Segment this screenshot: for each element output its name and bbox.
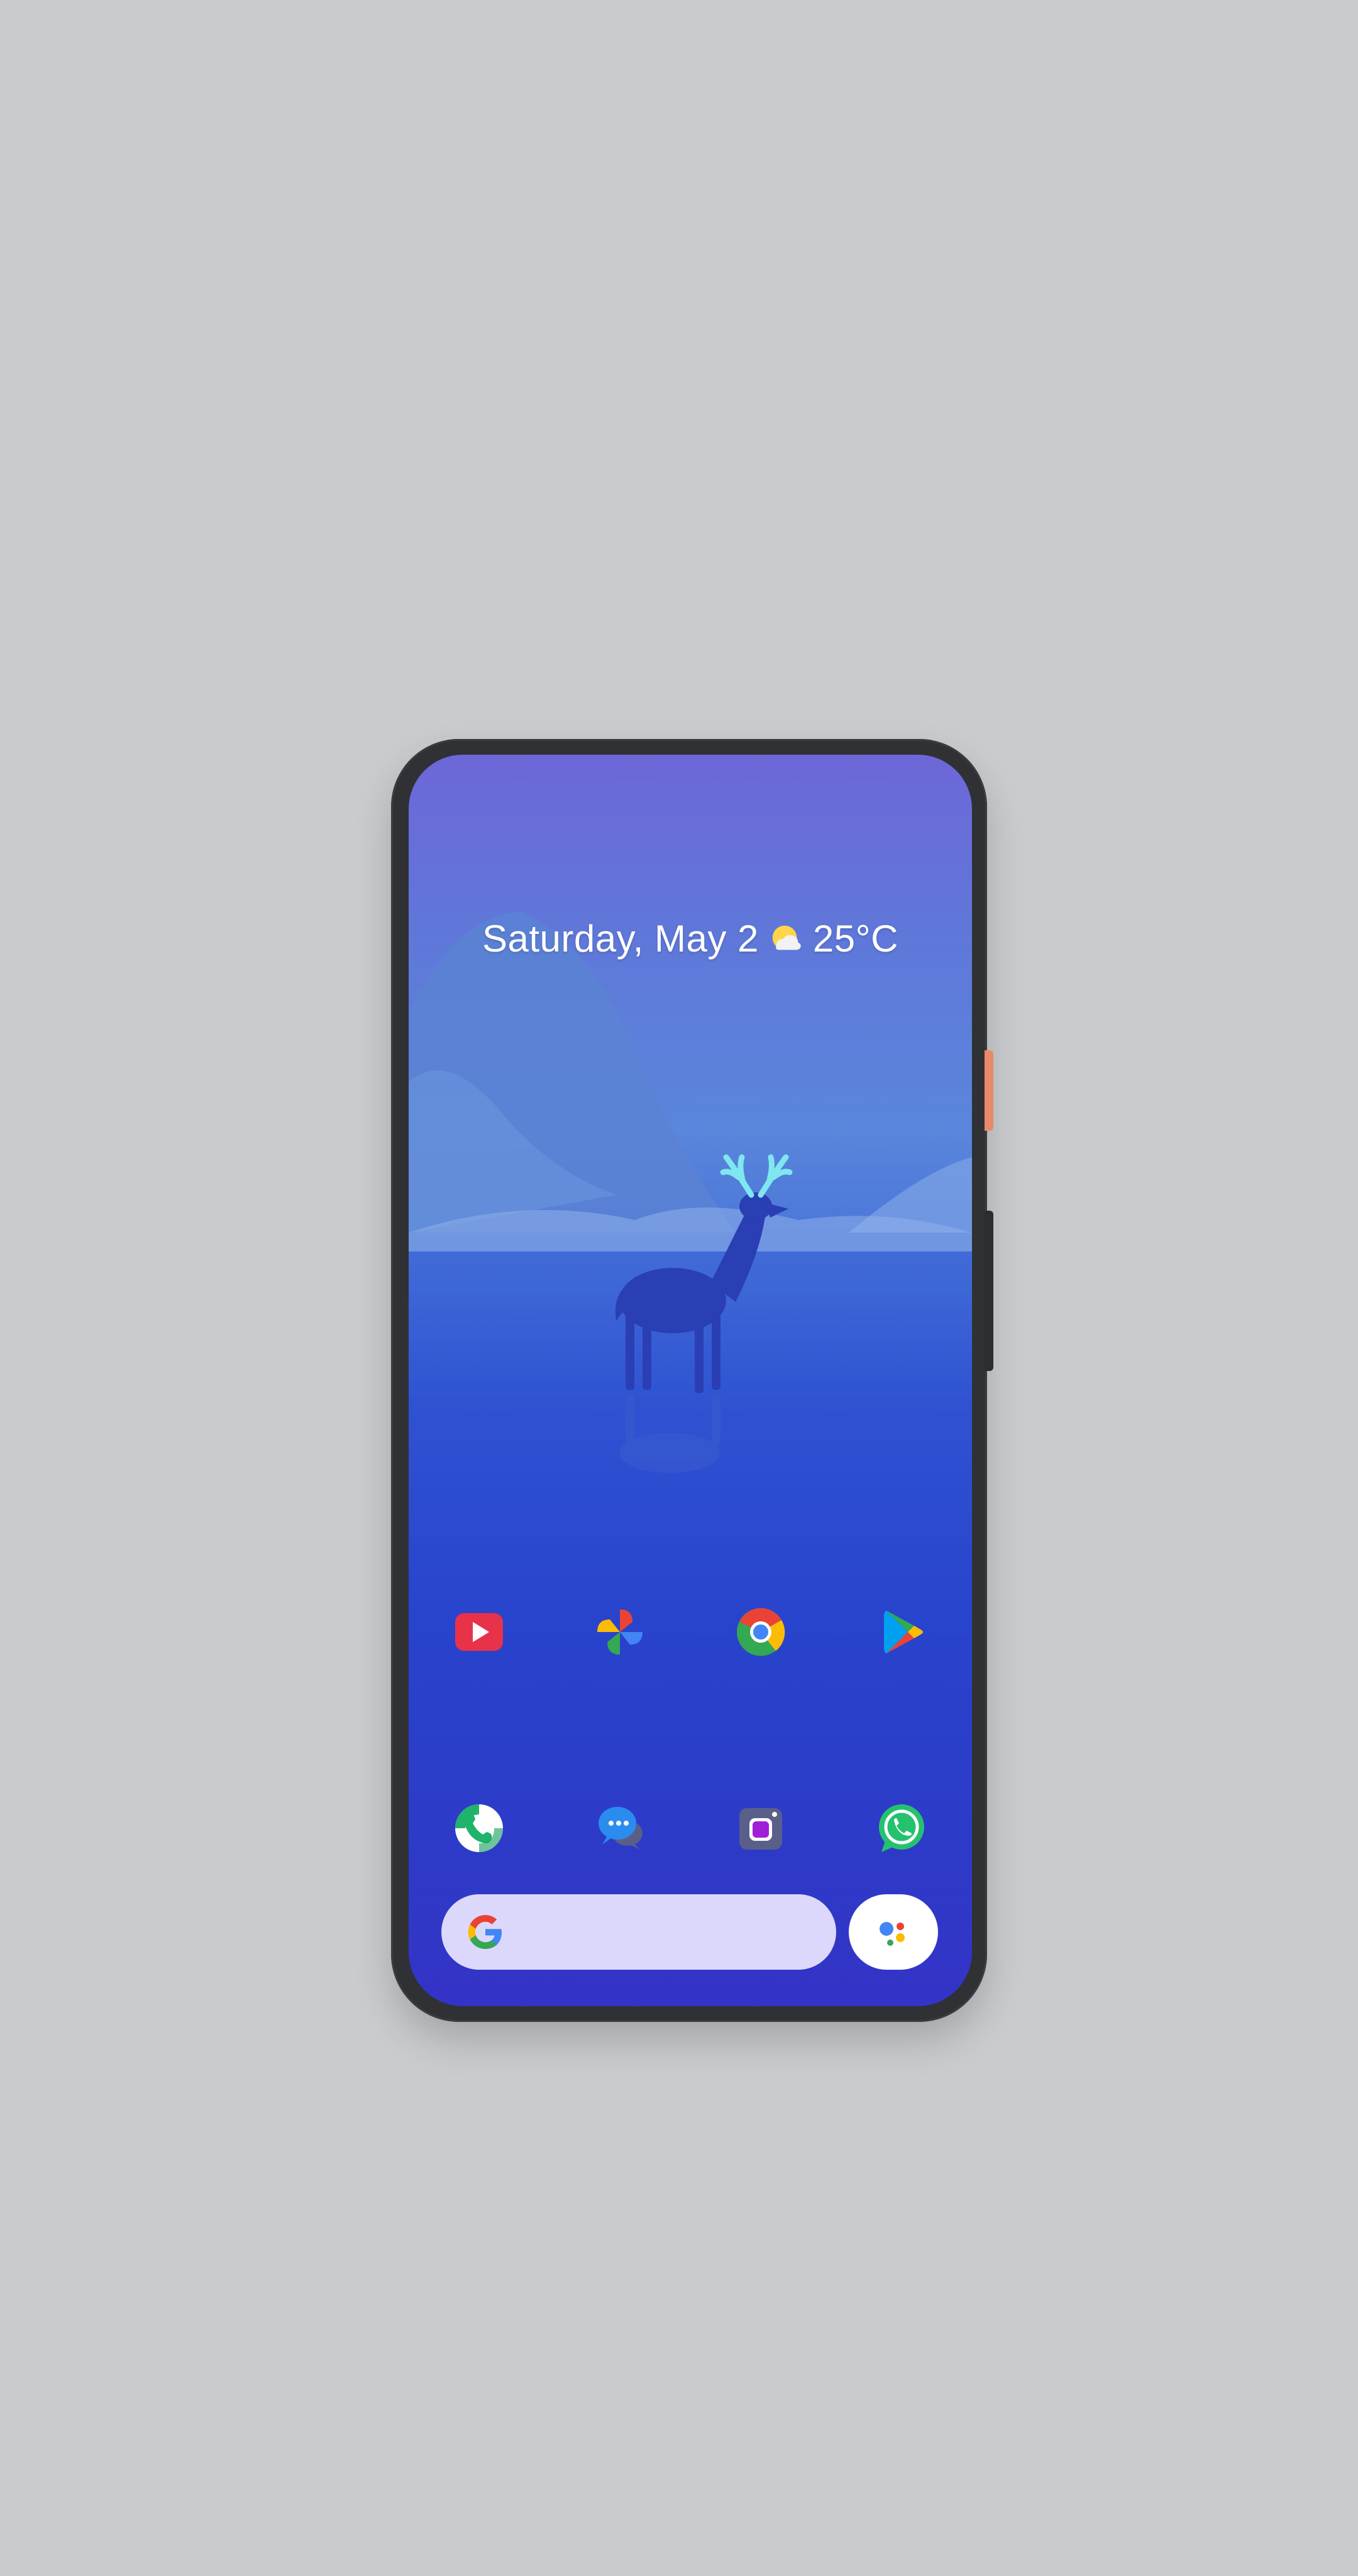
power-button bbox=[985, 1050, 993, 1131]
play-store-icon bbox=[884, 1611, 923, 1653]
assistant-button[interactable] bbox=[849, 1894, 938, 1970]
messages-app[interactable] bbox=[549, 1787, 690, 1869]
camera-icon bbox=[739, 1808, 782, 1850]
youtube-app[interactable] bbox=[409, 1591, 549, 1673]
play-store-app[interactable] bbox=[831, 1591, 972, 1673]
chrome-app[interactable] bbox=[690, 1591, 831, 1673]
at-a-glance[interactable]: Saturday, May 2 25°C bbox=[409, 917, 972, 960]
camera-app[interactable] bbox=[690, 1787, 831, 1869]
volume-button bbox=[985, 1211, 993, 1371]
home-screen: Saturday, May 2 25°C bbox=[409, 755, 972, 2006]
whatsapp-icon bbox=[879, 1804, 924, 1852]
temperature-label[interactable]: 25°C bbox=[813, 917, 898, 960]
pinwheel-icon bbox=[597, 1609, 643, 1655]
whatsapp-app[interactable] bbox=[831, 1787, 972, 1869]
assistant-icon bbox=[880, 1922, 905, 1946]
date-label[interactable]: Saturday, May 2 bbox=[482, 917, 759, 960]
partly-sunny-icon[interactable] bbox=[768, 921, 804, 957]
search-bar[interactable] bbox=[441, 1894, 836, 1970]
chrome-icon bbox=[737, 1608, 785, 1656]
youtube-icon bbox=[455, 1613, 503, 1651]
google-g-icon bbox=[468, 1915, 502, 1949]
photos-app[interactable] bbox=[549, 1591, 690, 1673]
chat-bubbles-icon bbox=[599, 1807, 643, 1850]
dock bbox=[409, 1787, 972, 1869]
app-row-1 bbox=[409, 1591, 972, 1673]
phone-icon bbox=[455, 1804, 503, 1852]
phone-app[interactable] bbox=[409, 1787, 549, 1869]
